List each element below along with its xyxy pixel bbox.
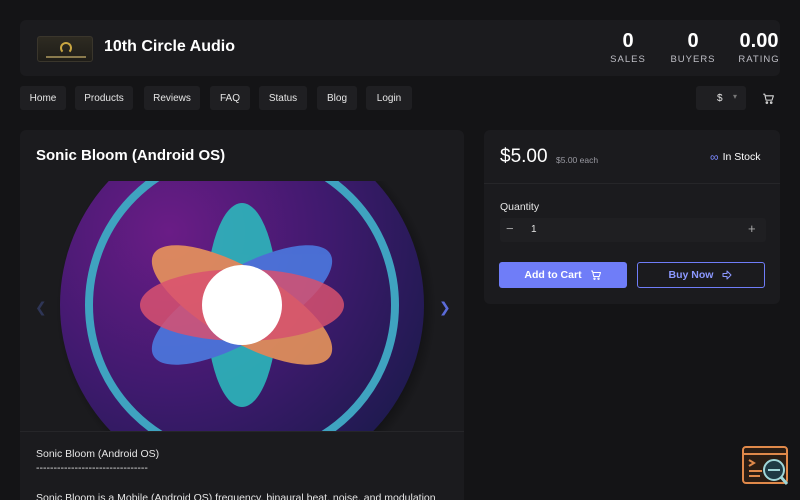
store-logo[interactable]: [37, 36, 93, 62]
support-widget-icon[interactable]: [742, 446, 790, 488]
nav-faq[interactable]: FAQ: [210, 86, 250, 110]
price: $5.00: [500, 146, 548, 167]
stock-label: In Stock: [722, 151, 761, 163]
plus-icon[interactable]: +: [748, 221, 756, 236]
currency-select[interactable]: $ ▾: [696, 86, 746, 110]
store-header: 10th Circle Audio 0 SALES 0 BUYERS 0.00 …: [20, 20, 780, 76]
stock-status: ∞ In Stock: [710, 150, 761, 164]
currency-value: $: [717, 93, 723, 104]
stat-rating-label: RATING: [738, 54, 780, 65]
purchase-panel: $5.00 $5.00 each ∞ In Stock Quantity − 1…: [484, 130, 780, 304]
add-to-cart-label: Add to Cart: [524, 269, 582, 281]
product-image: [56, 181, 436, 431]
stat-buyers-label: BUYERS: [670, 54, 716, 65]
infinity-icon: ∞: [710, 150, 719, 164]
nav-blog[interactable]: Blog: [317, 86, 357, 110]
nav-home[interactable]: Home: [20, 86, 66, 110]
stat-sales: 0 SALES: [608, 30, 648, 65]
nav-login[interactable]: Login: [366, 86, 412, 110]
quantity-label: Quantity: [500, 201, 540, 213]
stat-rating-value: 0.00: [739, 30, 779, 52]
chevron-right-icon[interactable]: ❯: [439, 299, 451, 316]
buy-now-button[interactable]: Buy Now: [637, 262, 765, 288]
nav-reviews[interactable]: Reviews: [144, 86, 200, 110]
stat-sales-value: 0: [622, 30, 634, 52]
stat-rating: 0.00 RATING: [734, 30, 784, 65]
cart-icon[interactable]: [756, 86, 780, 110]
divider: [20, 431, 464, 432]
buy-now-label: Buy Now: [668, 269, 714, 281]
description-title: Sonic Bloom (Android OS): [36, 448, 160, 460]
nav-products[interactable]: Products: [75, 86, 133, 110]
product-title: Sonic Bloom (Android OS): [36, 147, 226, 164]
chevron-left-icon[interactable]: ❮: [35, 299, 47, 316]
description-divider: --------------------------------: [36, 462, 148, 474]
cart-icon: [590, 270, 601, 280]
quantity-input[interactable]: 1: [531, 224, 537, 235]
divider: [484, 183, 780, 184]
description-body: Sonic Bloom is a Mobile (Android OS) fre…: [36, 492, 436, 500]
arrow-right-icon: [722, 270, 732, 280]
price-each: $5.00 each: [556, 155, 599, 165]
add-to-cart-button[interactable]: Add to Cart: [499, 262, 627, 288]
stat-sales-label: SALES: [610, 54, 646, 65]
product-image-gallery[interactable]: ❮ ❯: [20, 181, 464, 431]
nav-status[interactable]: Status: [259, 86, 307, 110]
chevron-down-icon: ▾: [733, 92, 738, 101]
stat-buyers: 0 BUYERS: [670, 30, 716, 65]
store-name[interactable]: 10th Circle Audio: [104, 38, 235, 56]
product-panel: Sonic Bloom (Android OS) ❮ ❯ Sonic Bloom…: [20, 130, 464, 500]
stat-buyers-value: 0: [687, 30, 699, 52]
quantity-stepper[interactable]: − 1 +: [500, 218, 766, 242]
minus-icon[interactable]: −: [506, 221, 514, 236]
